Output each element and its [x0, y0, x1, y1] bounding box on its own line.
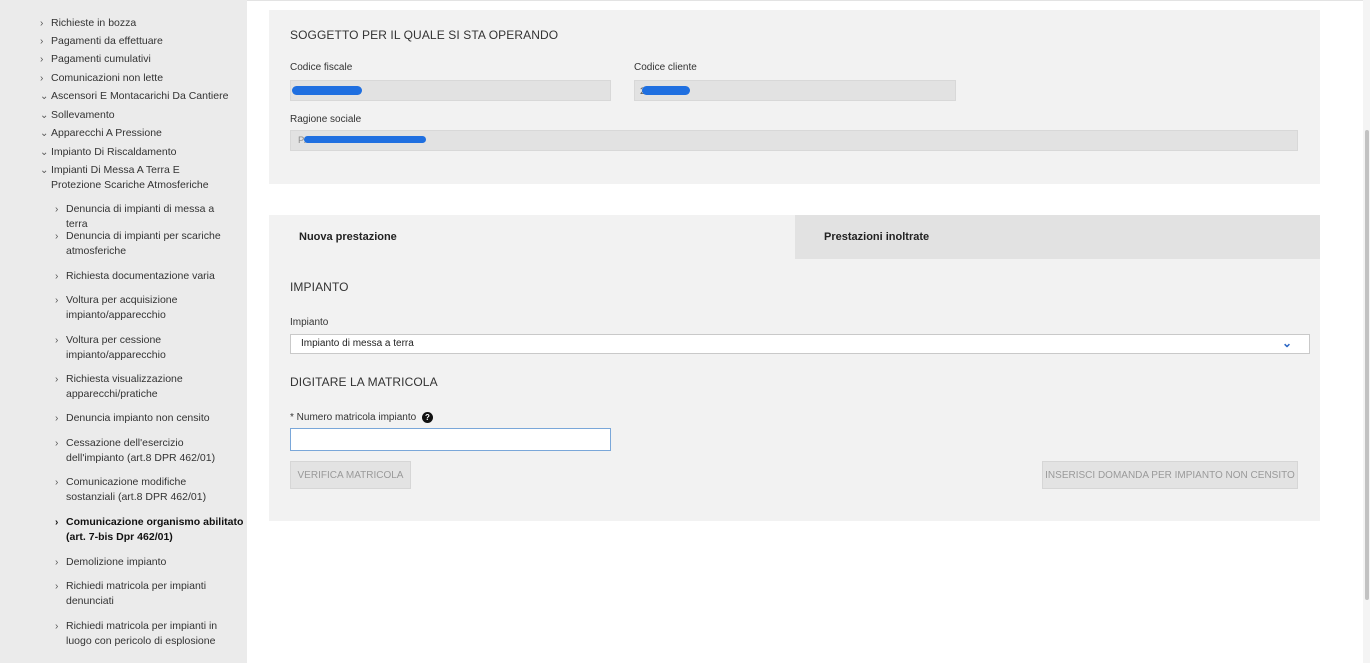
sidebar-item-sollevamento[interactable]: ⌄ Sollevamento: [40, 108, 231, 123]
redaction-mark: [304, 136, 426, 143]
sidebar-subitem-label: Demolizione impianto: [66, 556, 167, 568]
sidebar-item-label: Apparecchi A Pressione: [51, 127, 162, 139]
impianto-title: IMPIANTO: [290, 280, 349, 294]
sidebar-subitem-label: Comunicazione organismo abilitato (art. …: [66, 516, 244, 543]
sidebar-item-label: Impianto Di Riscaldamento: [51, 146, 177, 158]
sidebar-item-label: Pagamenti cumulativi: [51, 53, 151, 65]
subject-title: SOGGETTO PER IL QUALE SI STA OPERANDO: [290, 28, 559, 42]
tab-prestazioni-inoltrate[interactable]: Prestazioni inoltrate: [795, 215, 1320, 259]
sidebar-subitem-label: Denuncia di impianti di messa a terra: [66, 203, 215, 230]
impianto-select[interactable]: Impianto di messa a terra: [290, 334, 1310, 354]
chevron-right-icon: ›: [40, 54, 44, 65]
chevron-right-icon: ›: [55, 517, 59, 528]
scrollbar-thumb[interactable]: [1365, 130, 1369, 600]
redaction-mark: [292, 86, 362, 95]
sidebar-subitem-voltura-acquisizione[interactable]: › Voltura per acquisizione impianto/appa…: [55, 293, 236, 323]
sidebar-subitem-label: Richiedi matricola per impianti in luogo…: [66, 620, 218, 647]
chevron-right-icon: ›: [55, 413, 59, 424]
sidebar-subitem-label: Richiesta visualizzazione apparecchi/pra…: [66, 373, 183, 400]
chevron-right-icon: ›: [40, 36, 44, 47]
sidebar-item-messa-a-terra[interactable]: ⌄ Impianti Di Messa A Terra E Protezione…: [40, 163, 231, 193]
sidebar-subitem-denuncia-scariche[interactable]: › Denuncia di impianti per scariche atmo…: [55, 229, 236, 259]
ragione-sociale-field: [290, 130, 1298, 151]
sidebar-subitem-label: Voltura per cessione impianto/apparecchi…: [66, 334, 166, 361]
matricola-input[interactable]: [290, 428, 611, 451]
sidebar-subitem-label: Comunicazione modifiche sostanziali (art…: [66, 476, 207, 503]
sidebar-item-label: Comunicazioni non lette: [51, 72, 164, 84]
sidebar: › Richieste in bozza › Pagamenti da effe…: [0, 0, 247, 663]
chevron-down-icon: ⌄: [40, 165, 49, 176]
chevron-right-icon: ›: [55, 621, 59, 632]
sidebar-subitem-denuncia-messa-terra[interactable]: › Denuncia di impianti di messa a terra: [55, 202, 236, 232]
sidebar-item-apparecchi-pressione[interactable]: ⌄ Apparecchi A Pressione: [40, 126, 231, 141]
chevron-right-icon: ›: [55, 477, 59, 488]
chevron-right-icon: ›: [40, 73, 44, 84]
sidebar-item-pagamenti-effettuare[interactable]: › Pagamenti da effettuare: [40, 34, 231, 49]
sidebar-item-ascensori[interactable]: ⌄ Ascensori E Montacarichi Da Cantiere: [40, 89, 231, 104]
sidebar-subitem-documentazione-varia[interactable]: › Richiesta documentazione varia: [55, 269, 236, 284]
sidebar-subitem-label: Voltura per acquisizione impianto/appare…: [66, 294, 178, 321]
chevron-down-icon[interactable]: ⌄: [1282, 336, 1292, 350]
chevron-right-icon: ›: [55, 374, 59, 385]
chevron-right-icon: ›: [55, 438, 59, 449]
codice-fiscale-label: Codice fiscale: [290, 62, 353, 73]
sidebar-item-pagamenti-cumulativi[interactable]: › Pagamenti cumulativi: [40, 52, 231, 67]
chevron-right-icon: ›: [55, 581, 59, 592]
chevron-right-icon: ›: [55, 335, 59, 346]
sidebar-item-comunicazioni-non-lette[interactable]: › Comunicazioni non lette: [40, 71, 231, 86]
sidebar-item-label: Pagamenti da effettuare: [51, 35, 163, 47]
chevron-down-icon: ⌄: [40, 110, 49, 121]
sidebar-subitem-matricola-denunciati[interactable]: › Richiedi matricola per impianti denunc…: [55, 579, 236, 609]
sidebar-item-label: Ascensori E Montacarichi Da Cantiere: [51, 90, 229, 102]
sidebar-subitem-non-censito[interactable]: › Denuncia impianto non censito: [55, 411, 236, 426]
sidebar-subitem-label: Cessazione dell'esercizio dell'impianto …: [66, 437, 216, 464]
impianto-label: Impianto: [290, 317, 329, 328]
verifica-matricola-button[interactable]: VERIFICA MATRICOLA: [290, 461, 411, 489]
sidebar-subitem-organismo-abilitato[interactable]: › Comunicazione organismo abilitato (art…: [55, 515, 246, 545]
sidebar-subitem-voltura-cessione[interactable]: › Voltura per cessione impianto/apparecc…: [55, 333, 236, 363]
chevron-down-icon: ⌄: [40, 91, 49, 102]
chevron-right-icon: ›: [40, 18, 44, 29]
sidebar-subitem-label: Denuncia di impianti per scariche atmosf…: [66, 230, 221, 257]
sidebar-subitem-label: Denuncia impianto non censito: [66, 412, 210, 424]
chevron-right-icon: ›: [55, 231, 59, 242]
sidebar-subitem-cessazione[interactable]: › Cessazione dell'esercizio dell'impiant…: [55, 436, 236, 466]
codice-cliente-label: Codice cliente: [634, 62, 697, 73]
tab-nuova-prestazione[interactable]: Nuova prestazione: [269, 215, 795, 259]
sidebar-subitem-demolizione[interactable]: › Demolizione impianto: [55, 555, 236, 570]
sidebar-subitem-label: Richiesta documentazione varia: [66, 270, 215, 282]
sidebar-subitem-label: Richiedi matricola per impianti denuncia…: [66, 580, 207, 607]
sidebar-subitem-modifiche-sostanziali[interactable]: › Comunicazione modifiche sostanziali (a…: [55, 475, 236, 505]
help-icon[interactable]: ?: [422, 412, 433, 423]
tab-label: Prestazioni inoltrate: [824, 231, 930, 243]
sidebar-subitem-matricola-esplosione[interactable]: › Richiedi matricola per impianti in luo…: [55, 619, 236, 649]
sidebar-item-label: Sollevamento: [51, 109, 115, 121]
sidebar-item-label: Impianti Di Messa A Terra E Protezione S…: [51, 164, 209, 191]
matricola-title: DIGITARE LA MATRICOLA: [290, 375, 438, 389]
chevron-right-icon: ›: [55, 295, 59, 306]
sidebar-item-richieste-bozza[interactable]: › Richieste in bozza: [40, 16, 231, 31]
chevron-down-icon: ⌄: [40, 128, 49, 139]
sidebar-item-label: Richieste in bozza: [51, 17, 137, 29]
chevron-right-icon: ›: [55, 204, 59, 215]
sidebar-subitem-visualizzazione[interactable]: › Richiesta visualizzazione apparecchi/p…: [55, 372, 236, 402]
redaction-mark: [642, 86, 690, 95]
chevron-right-icon: ›: [55, 557, 59, 568]
matricola-label: * Numero matricola impianto: [290, 412, 417, 423]
sidebar-item-riscaldamento[interactable]: ⌄ Impianto Di Riscaldamento: [40, 145, 231, 160]
ragione-sociale-label: Ragione sociale: [290, 114, 362, 125]
inserisci-domanda-button[interactable]: INSERISCI DOMANDA PER IMPIANTO NON CENSI…: [1042, 461, 1298, 489]
chevron-down-icon: ⌄: [40, 147, 49, 158]
chevron-right-icon: ›: [55, 271, 59, 282]
